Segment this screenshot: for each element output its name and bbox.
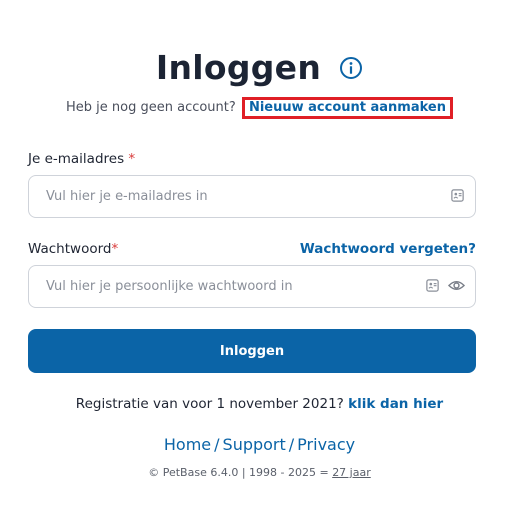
footer-link-support[interactable]: Support <box>223 435 286 454</box>
footer-link-home[interactable]: Home <box>164 435 211 454</box>
login-button[interactable]: Inloggen <box>28 329 476 373</box>
forgot-password-link[interactable]: Wachtwoord vergeten? <box>300 241 476 257</box>
email-input[interactable] <box>29 176 389 217</box>
legacy-registration-link[interactable]: klik dan hier <box>348 396 443 412</box>
email-required-mark: * <box>128 151 136 167</box>
footer-separator: / <box>288 435 295 454</box>
legacy-registration-text: Registratie van voor 1 november 2021? <box>75 396 344 412</box>
email-label-text: Je e-mailadres <box>28 151 125 167</box>
footer-separator: / <box>214 435 220 454</box>
password-required-mark: * <box>111 241 119 257</box>
password-label: Wachtwoord* <box>28 241 118 257</box>
password-label-text: Wachtwoord <box>28 241 112 257</box>
email-label: Je e-mailadres * <box>28 151 135 167</box>
signup-prefix-text: Heb je nog geen account? <box>66 100 236 115</box>
copyright-line: © PetBase 6.4.0 | 1998 - 2025 = 27 jaar <box>0 466 519 479</box>
create-account-link[interactable]: Nieuuw account aanmaken <box>241 97 453 119</box>
copyright-years: 27 jaar <box>332 466 371 479</box>
password-field-wrapper <box>28 265 476 308</box>
signup-prompt: Heb je nog geen account? Nieuuw account … <box>0 97 519 119</box>
autofill-card-icon[interactable] <box>425 278 440 297</box>
email-input-icons <box>450 188 465 207</box>
email-field-wrapper <box>28 175 476 218</box>
autofill-card-icon[interactable] <box>450 188 465 207</box>
eye-icon[interactable] <box>447 278 466 297</box>
page-title: Inloggen <box>155 48 322 87</box>
title-row: Inloggen <box>0 48 519 87</box>
password-input[interactable] <box>29 266 389 307</box>
info-circle-icon[interactable] <box>339 56 363 80</box>
legacy-registration-row: Registratie van voor 1 november 2021? kl… <box>0 396 519 412</box>
password-input-icons <box>425 278 466 297</box>
footer-links: Home / Support / Privacy <box>0 435 519 454</box>
copyright-text: © PetBase 6.4.0 | 1998 - 2025 = <box>148 466 329 479</box>
footer-link-privacy[interactable]: Privacy <box>297 435 355 454</box>
